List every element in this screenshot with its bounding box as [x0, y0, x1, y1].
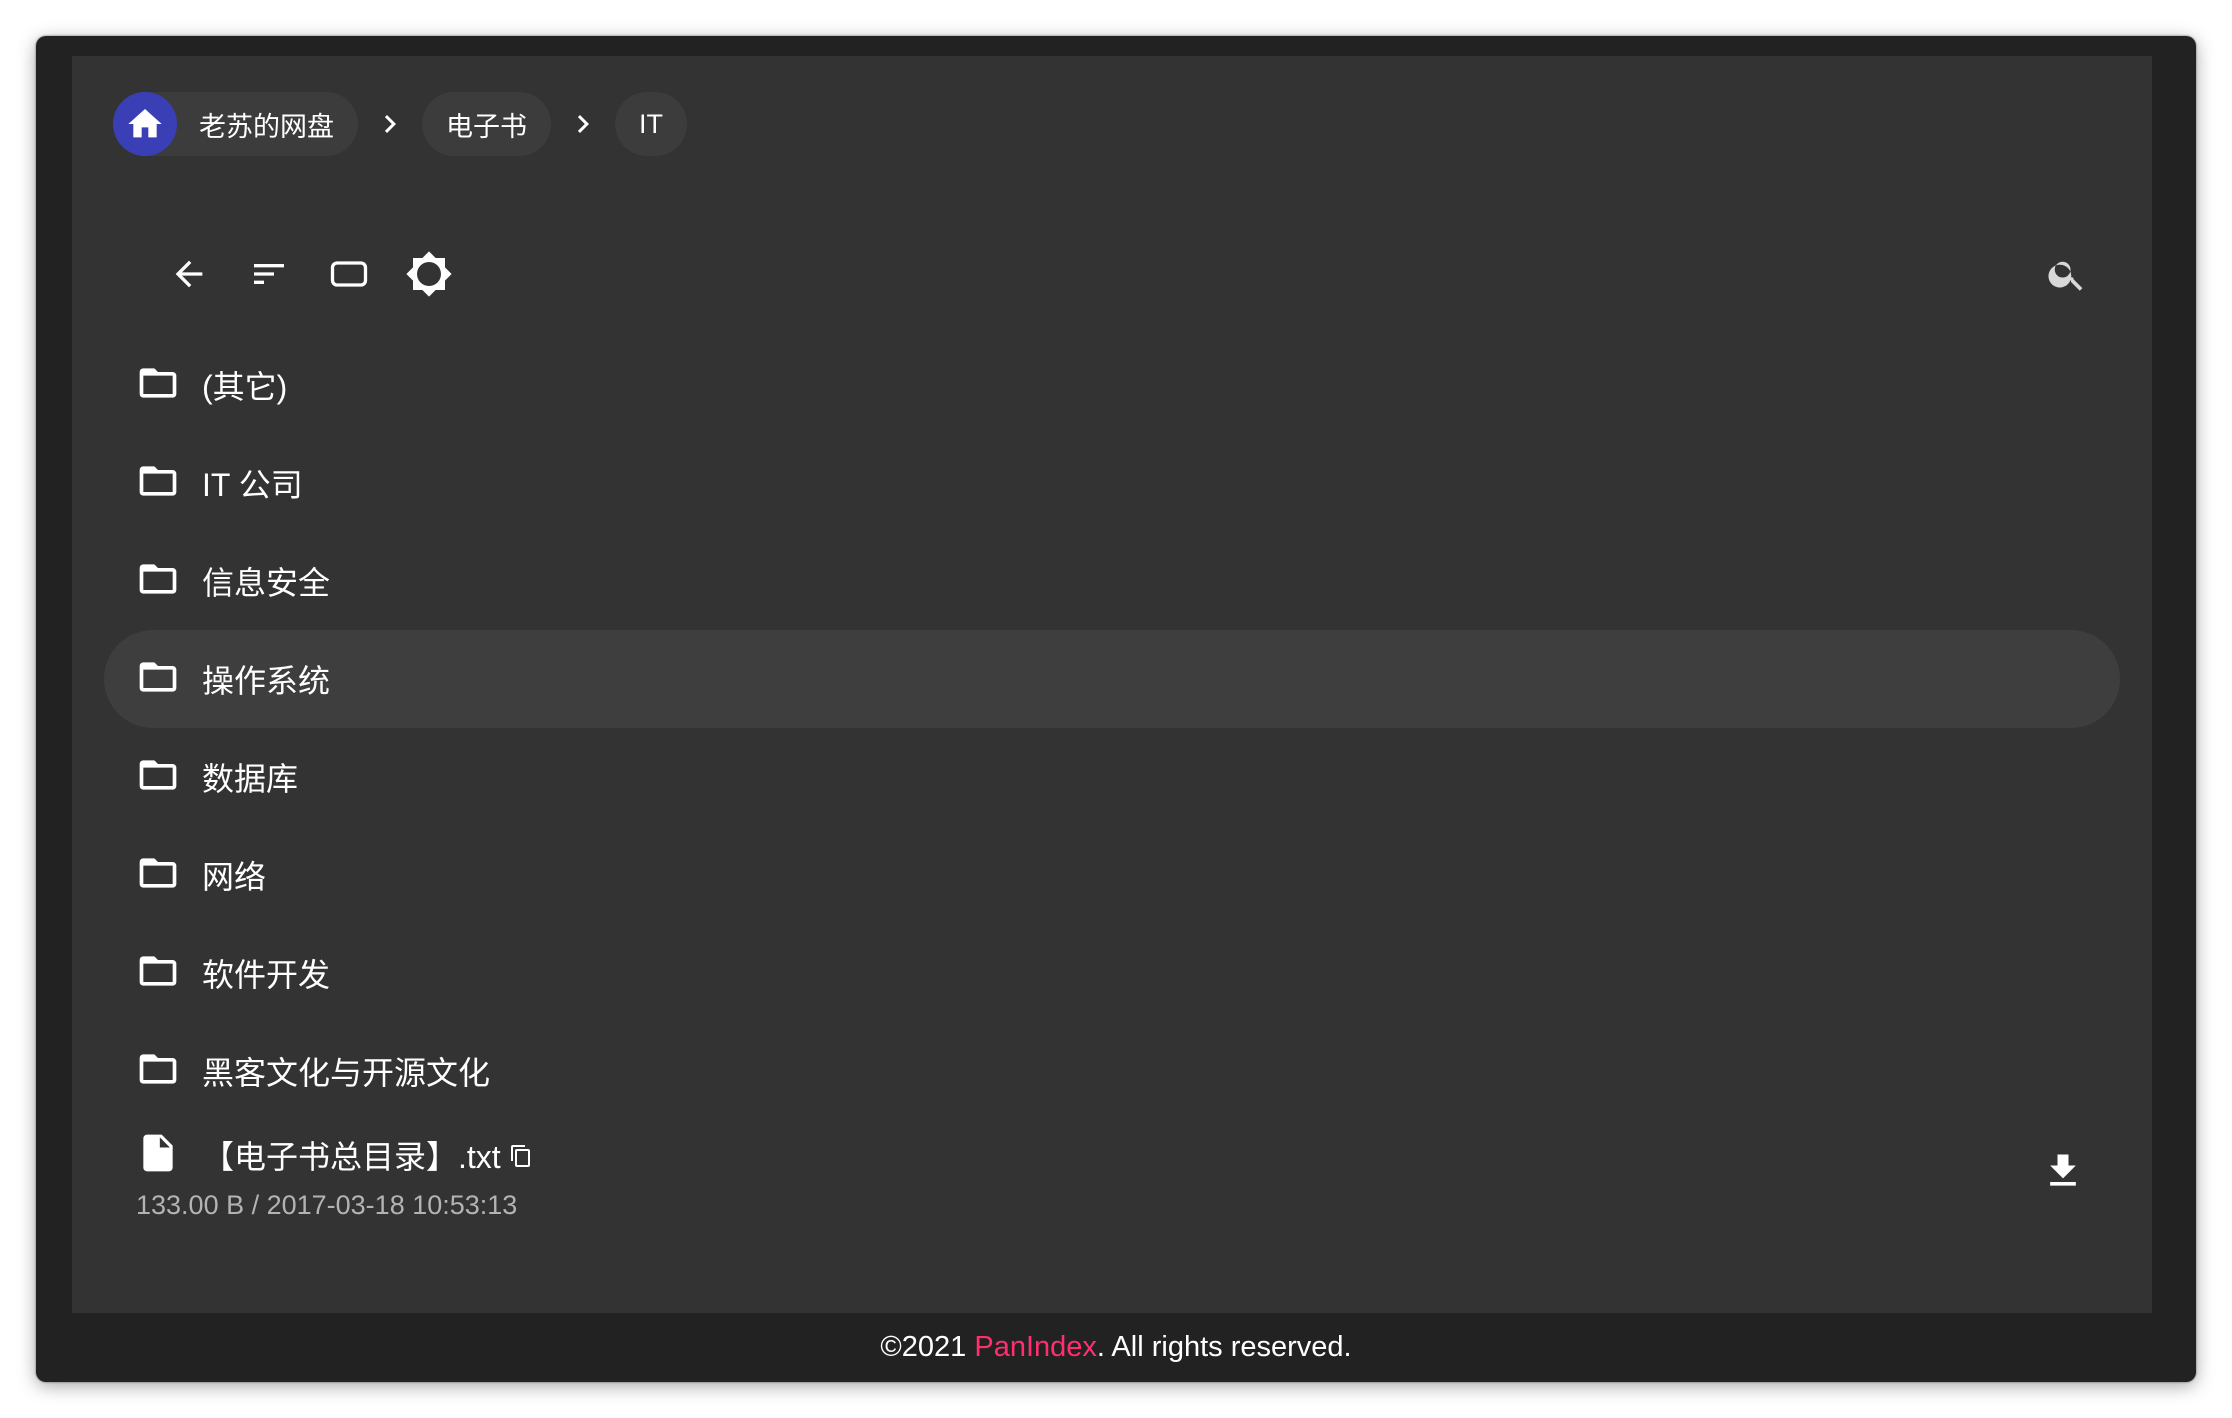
folder-name: 信息安全 [202, 565, 331, 601]
footer-brand-link[interactable]: PanIndex [974, 1331, 1097, 1364]
copy-icon[interactable] [509, 1144, 533, 1173]
folder-row[interactable]: 数据库 [104, 728, 2120, 826]
folder-name: (其它) [202, 369, 288, 405]
download-button[interactable] [2038, 1148, 2088, 1198]
arrow-left-icon [169, 254, 209, 299]
theme-toggle-button[interactable] [397, 244, 461, 308]
folder-name: 网络 [202, 859, 267, 895]
brightness-icon [405, 250, 453, 303]
folder-name: 软件开发 [202, 957, 331, 993]
folder-icon [136, 557, 180, 606]
breadcrumb-item-it[interactable]: IT [615, 92, 687, 156]
folder-icon [136, 753, 180, 802]
chevron-right-icon [358, 92, 422, 156]
file-icon [136, 1131, 180, 1180]
folder-row[interactable]: (其它) [104, 336, 2120, 434]
folder-name: 黑客文化与开源文化 [202, 1055, 491, 1091]
folder-icon [136, 949, 180, 998]
folder-name: 操作系统 [202, 663, 331, 699]
breadcrumb-label: IT [639, 108, 663, 139]
search-icon [2046, 253, 2088, 300]
folder-name: IT 公司 [202, 467, 303, 503]
footer-suffix: . All rights reserved. [1096, 1331, 1352, 1363]
search-button[interactable] [2035, 244, 2099, 308]
download-icon [2041, 1149, 2085, 1198]
folder-row[interactable]: 操作系统 [104, 630, 2120, 728]
folder-name: 数据库 [202, 761, 299, 797]
file-list: (其它) IT 公司 信息安全 操作系统 数据库 网络 软件开发 黑客文化与开源… [104, 336, 2120, 1250]
breadcrumb-label: 老苏的网盘 [199, 111, 334, 142]
file-row[interactable]: 【电子书总目录】.txt 133.00 B / 2017-03-18 10:53… [104, 1120, 2120, 1250]
footer: ©2021 PanIndex . All rights reserved. [36, 1313, 2196, 1382]
folder-icon [136, 1047, 180, 1096]
main-panel: 老苏的网盘 电子书 IT (其它) IT 公司 信息安全 操作系统 数据库 网络… [72, 56, 2152, 1313]
folder-icon [136, 459, 180, 508]
folder-row[interactable]: 网络 [104, 826, 2120, 924]
home-icon [113, 92, 177, 156]
app-window: 老苏的网盘 电子书 IT (其它) IT 公司 信息安全 操作系统 数据库 网络… [36, 36, 2196, 1382]
sort-icon [249, 254, 289, 299]
chevron-right-icon [551, 92, 615, 156]
breadcrumb-label: 电子书 [446, 111, 527, 142]
back-button[interactable] [157, 244, 221, 308]
footer-prefix: ©2021 [880, 1331, 975, 1363]
file-name: 【电子书总目录】.txt [202, 1139, 501, 1175]
file-meta: 133.00 B / 2017-03-18 10:53:13 [136, 1190, 518, 1220]
view-mode-icon [327, 252, 371, 301]
sort-button[interactable] [237, 244, 301, 308]
folder-icon [136, 361, 180, 410]
folder-row[interactable]: 软件开发 [104, 924, 2120, 1022]
folder-row[interactable]: IT 公司 [104, 434, 2120, 532]
breadcrumb: 老苏的网盘 电子书 IT [113, 92, 687, 156]
folder-row[interactable]: 信息安全 [104, 532, 2120, 630]
folder-icon [136, 655, 180, 704]
view-mode-button[interactable] [317, 244, 381, 308]
folder-row[interactable]: 黑客文化与开源文化 [104, 1022, 2120, 1120]
folder-icon [136, 851, 180, 900]
breadcrumb-item-ebooks[interactable]: 电子书 [422, 92, 551, 156]
breadcrumb-item-home[interactable]: 老苏的网盘 [113, 92, 358, 156]
